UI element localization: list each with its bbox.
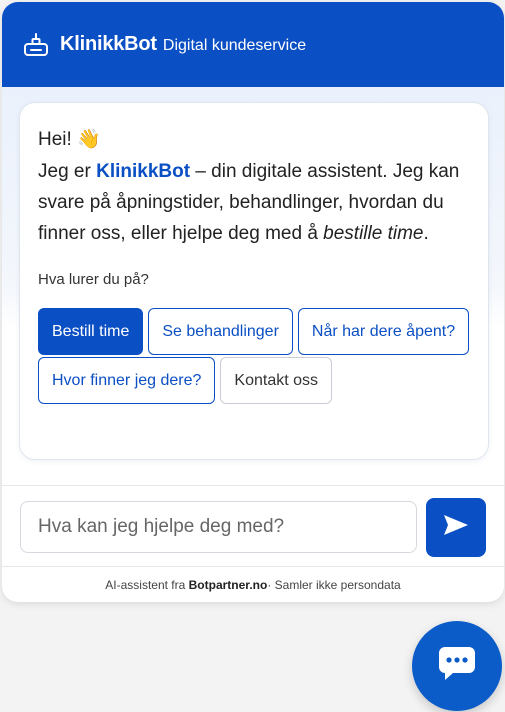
chat-widget: KlinikkBot Digital kundeservice Hei! 👋 J… [2,2,504,602]
intro-brand: KlinikkBot [96,161,191,182]
bot-icon [23,32,49,58]
message-input[interactable] [20,501,417,553]
greeting-line: Hei! 👋 [38,125,470,154]
bot-message: Hei! 👋 Jeg er KlinikkBot – din digitale … [19,102,489,460]
wave-emoji-icon: 👋 [77,129,101,150]
chat-header: KlinikkBot Digital kundeservice [2,2,504,87]
intro-text: Jeg er KlinikkBot – din digitale assiste… [38,156,470,249]
quick-reply-book-appointment[interactable]: Bestill time [38,308,144,355]
footer-suffix: · Samler ikke persondata [267,577,401,592]
send-icon [443,514,469,541]
intro-prefix: Jeg er [38,161,97,182]
footer-note: AI-assistent fra Botpartner.no · Samler … [2,567,504,602]
quick-reply-treatments[interactable]: Se behandlinger [148,308,293,355]
quick-reply-location[interactable]: Hvor finner jeg dere? [38,357,216,404]
quick-reply-opening-hours[interactable]: Når har dere åpent? [297,308,470,355]
composer [2,485,504,567]
chat-subtitle: Digital kundeservice [162,36,307,54]
chat-bubble-icon [437,645,477,688]
footer-provider: Botpartner.no [188,577,268,592]
chat-title: KlinikkBot [60,33,157,55]
quick-replies: Bestill time Se behandlinger Når har der… [38,308,478,404]
chat-messages: Hei! 👋 Jeg er KlinikkBot – din digitale … [2,87,504,485]
quick-reply-contact[interactable]: Kontakt oss [220,357,333,404]
greeting-text: Hei! [38,129,72,150]
footer-prefix: AI-assistent fra [105,577,186,592]
intro-suffix: . [423,223,429,244]
send-button[interactable] [426,498,486,557]
chat-launcher-button[interactable] [412,621,502,711]
question-prompt: Hva lurer du på? [38,271,149,288]
intro-emphasis: bestille time [323,223,424,244]
